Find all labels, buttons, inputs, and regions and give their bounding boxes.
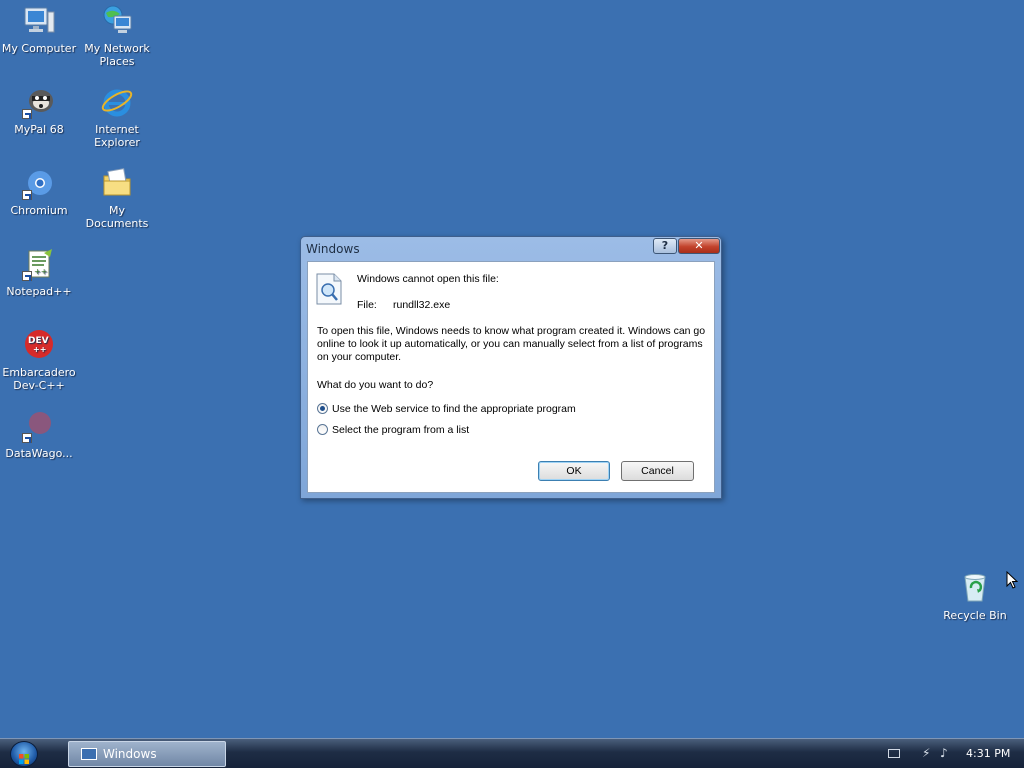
desktop-icon-label: My Computer — [1, 42, 77, 55]
clock[interactable]: 4:31 PM — [966, 747, 1010, 760]
shortcut-arrow-icon — [22, 433, 32, 443]
radio-option-label: Select the program from a list — [332, 424, 470, 436]
radio-button[interactable] — [317, 424, 328, 435]
system-tray: ⚡ ♪ 4:31 PM — [876, 740, 1024, 768]
radio-option-label: Use the Web service to find the appropri… — [332, 403, 576, 415]
shortcut-arrow-icon — [22, 271, 32, 281]
window-icon — [81, 748, 97, 760]
desktop-icon-internet-explorer[interactable]: Internet Explorer — [78, 85, 156, 149]
svg-text:++: ++ — [33, 345, 46, 354]
desktop-icon-label: My Network Places — [84, 42, 150, 68]
close-button[interactable]: ✕ — [678, 238, 720, 254]
desktop: My Computer My Network Places MyPal 68 I… — [0, 0, 1024, 738]
desktop-icon-my-network-places[interactable]: My Network Places — [78, 4, 156, 68]
help-button[interactable]: ? — [653, 238, 677, 254]
dialog-body: Windows cannot open this file: File: run… — [307, 261, 715, 493]
volume-icon[interactable]: ♪ — [940, 746, 948, 760]
desktop-icon-label: MyPal 68 — [14, 123, 64, 136]
desktop-icon-label: Internet Explorer — [94, 123, 140, 149]
desktop-icon-label: Notepad++ — [6, 285, 72, 298]
dev-cpp-icon: DEV ++ — [22, 328, 56, 362]
file-search-icon — [314, 272, 344, 306]
desktop-icon-chromium[interactable]: Chromium — [0, 166, 78, 217]
explanation-text: To open this file, Windows needs to know… — [317, 325, 706, 363]
dialog-title: Windows — [306, 242, 360, 256]
chromium-icon — [22, 166, 56, 200]
file-name: rundll32.exe — [393, 299, 451, 311]
error-message: Windows cannot open this file: — [357, 273, 499, 285]
desktop-icon-mypal[interactable]: MyPal 68 — [0, 85, 78, 136]
desktop-icon-label: Chromium — [10, 204, 68, 217]
desktop-icon-datawago[interactable]: DataWago... — [0, 409, 78, 460]
windows-logo-icon — [19, 749, 29, 764]
recycle-bin-icon — [958, 571, 992, 605]
notepad-plus-plus-icon: ++ — [22, 247, 56, 281]
desktop-icon-notepad-plus-plus[interactable]: ++ Notepad++ — [0, 247, 78, 298]
desktop-icon-label: My Documents — [85, 204, 149, 230]
mypal-icon — [22, 85, 56, 119]
desktop-icon-my-computer[interactable]: My Computer — [0, 4, 78, 55]
datawago-icon — [22, 409, 56, 443]
network-status-icon[interactable]: ⚡ — [922, 746, 930, 760]
mouse-cursor-icon — [1006, 570, 1019, 589]
folder-documents-icon — [100, 166, 134, 200]
radio-button-selected[interactable] — [317, 403, 328, 414]
radio-option-select-from-list[interactable]: Select the program from a list — [317, 424, 469, 436]
shortcut-arrow-icon — [22, 109, 32, 119]
cancel-button[interactable]: Cancel — [621, 461, 694, 481]
start-button[interactable] — [10, 741, 38, 767]
shortcut-arrow-icon — [22, 190, 32, 200]
taskbar: Windows ⚡ ♪ 4:31 PM — [0, 738, 1024, 768]
taskbar-button-windows[interactable]: Windows — [68, 741, 226, 767]
desktop-icon-label: Recycle Bin — [943, 609, 1007, 622]
keyboard-icon[interactable] — [888, 749, 900, 758]
desktop-icon-recycle-bin[interactable]: Recycle Bin — [936, 571, 1014, 622]
network-icon — [100, 4, 134, 38]
desktop-icon-dev-cpp[interactable]: DEV ++ Embarcadero Dev-C++ — [0, 328, 78, 392]
taskbar-button-label: Windows — [103, 747, 157, 761]
desktop-icon-my-documents[interactable]: My Documents — [78, 166, 156, 230]
open-with-dialog: Windows ? ✕ Windows cannot open this fil… — [300, 236, 722, 499]
radio-option-web-service[interactable]: Use the Web service to find the appropri… — [317, 403, 576, 415]
desktop-icon-label: Embarcadero Dev-C++ — [2, 366, 76, 392]
computer-icon — [22, 4, 56, 38]
desktop-icon-label: DataWago... — [5, 447, 73, 460]
internet-explorer-icon — [100, 85, 134, 119]
file-label: File: — [357, 299, 377, 311]
question-text: What do you want to do? — [317, 379, 434, 391]
svg-text:++: ++ — [34, 267, 47, 276]
ok-button[interactable]: OK — [538, 461, 610, 481]
